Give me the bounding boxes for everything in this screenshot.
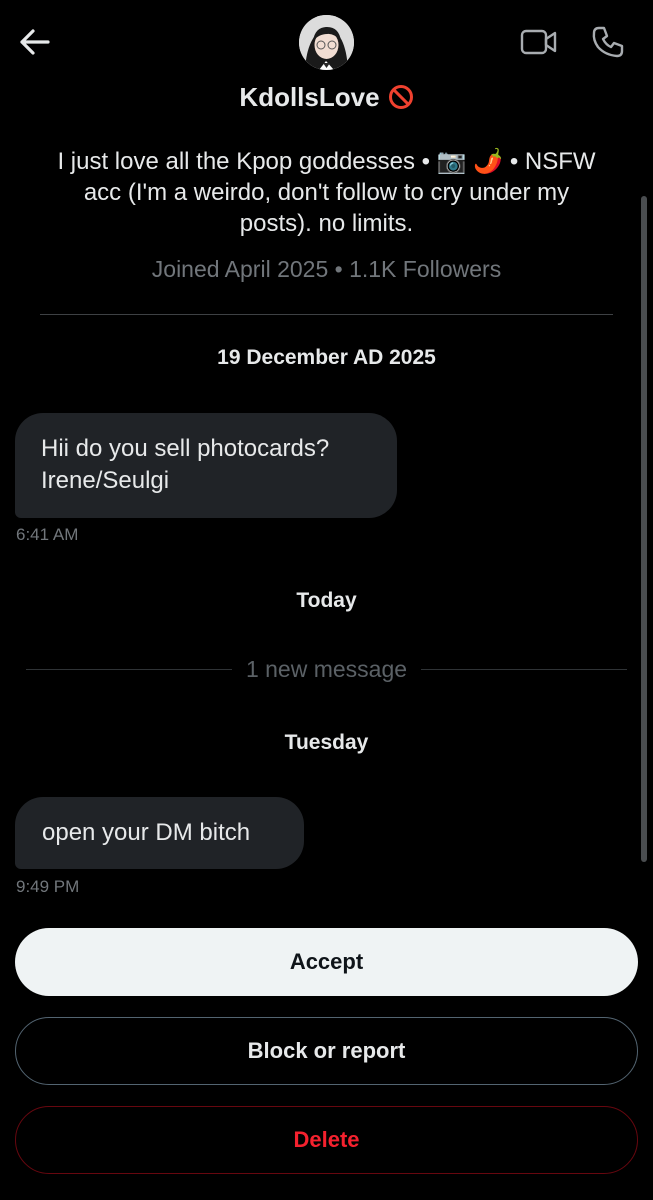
scrollbar[interactable] xyxy=(641,196,647,862)
block-or-report-button[interactable]: Block or report xyxy=(15,1017,638,1085)
bio-line: acc (I'm a weirdo, don't follow to cry u… xyxy=(83,179,570,206)
divider-line xyxy=(26,668,232,670)
new-message-divider: 1 new message xyxy=(26,652,627,686)
profile-name: KdollsLove xyxy=(239,81,380,112)
avatar[interactable] xyxy=(299,15,354,70)
message-text: Hii do you sell photocards? xyxy=(41,435,330,462)
message-bubble[interactable]: Hii do you sell photocards? Irene/Seulgi xyxy=(15,413,397,518)
new-message-label: 1 new message xyxy=(245,655,408,682)
video-camera-icon xyxy=(520,29,557,55)
phone-icon xyxy=(592,26,624,58)
message-timestamp: 9:49 PM xyxy=(16,877,80,896)
prohibited-icon xyxy=(388,85,413,109)
delete-button[interactable]: Delete xyxy=(15,1106,638,1174)
profile-bio: I just love all the Kpop goddesses • 📷 🌶… xyxy=(40,146,613,239)
message-text: open your DM bitch xyxy=(42,819,251,846)
avatar-image xyxy=(299,15,354,70)
message-timestamp: 6:41 AM xyxy=(16,525,79,544)
message-bubble[interactable]: open your DM bitch xyxy=(15,797,304,869)
bio-line: I just love all the Kpop goddesses • 📷 🌶… xyxy=(57,148,596,175)
arrow-left-icon xyxy=(20,29,50,55)
divider-line xyxy=(421,668,627,670)
phone-call-button[interactable] xyxy=(586,20,630,64)
accept-button[interactable]: Accept xyxy=(15,928,638,996)
profile-meta: Joined April 2025 • 1.1K Followers xyxy=(151,256,502,282)
video-call-button[interactable] xyxy=(517,22,561,62)
divider xyxy=(40,314,613,315)
bio-line: posts). no limits. xyxy=(239,210,414,237)
back-button[interactable] xyxy=(14,22,54,62)
message-text: Irene/Seulgi xyxy=(41,467,170,494)
date-separator: 19 December AD 2025 xyxy=(217,346,436,369)
date-separator-today: Today xyxy=(296,589,357,612)
date-separator-tuesday: Tuesday xyxy=(284,731,369,754)
profile-name-row: KdollsLove xyxy=(0,78,653,116)
